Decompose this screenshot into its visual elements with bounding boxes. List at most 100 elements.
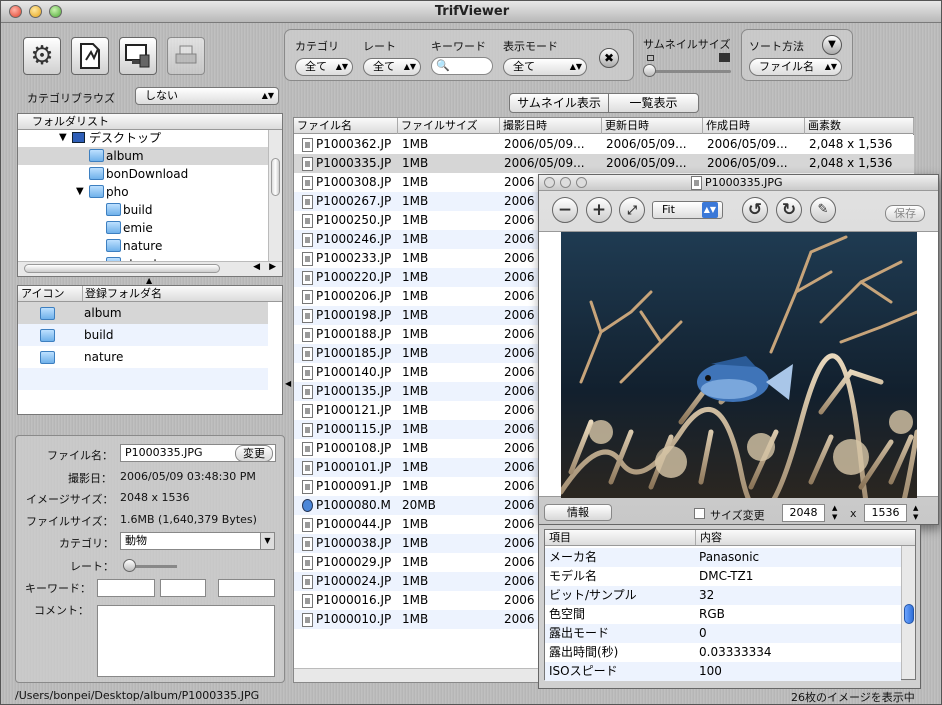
splitter-handle-icon[interactable]: ◀ <box>285 379 291 388</box>
table-cell: 1MB <box>402 213 429 227</box>
table-cell: 2006/05/09... <box>707 156 788 170</box>
chevron-down-icon[interactable]: ▼ <box>260 533 274 549</box>
fit-window-button[interactable]: ⤢ <box>619 197 645 223</box>
folder-tree-item[interactable]: build <box>18 201 268 219</box>
folder-icon <box>89 167 104 180</box>
table-cell: P1000267.JP <box>302 192 391 211</box>
comment-textarea[interactable] <box>97 605 275 677</box>
thumbnail-size-slider-knob[interactable] <box>643 64 656 77</box>
registered-folder-row[interactable]: build <box>18 324 268 346</box>
exif-row[interactable]: モデル名 DMC-TZ1 <box>545 567 901 586</box>
updown-arrow-icon: ▲▼ <box>261 91 274 100</box>
close-window-button[interactable] <box>9 5 22 18</box>
folder-list-hscroll-thumb[interactable] <box>24 264 220 273</box>
minimize-window-button[interactable] <box>29 5 42 18</box>
folder-tree-item[interactable]: emie <box>18 219 268 237</box>
column-header[interactable]: 画素数 <box>805 118 914 134</box>
zoom-level-select[interactable]: Fit ▲▼ <box>652 201 723 219</box>
table-cell: 1MB <box>402 479 429 493</box>
document-button[interactable] <box>71 37 109 75</box>
image-size-value: 2048 x 1536 <box>120 491 190 504</box>
thumbnail-view-tab[interactable]: サムネイル表示 <box>510 94 609 112</box>
rate-slider-knob[interactable] <box>123 559 136 572</box>
file-icon <box>302 441 313 456</box>
resize-checkbox[interactable] <box>694 508 705 519</box>
keyword-field-2[interactable] <box>160 579 206 597</box>
keyword-search-input[interactable]: 🔍 <box>431 57 493 75</box>
registered-folders-header: アイコン 登録フォルダ名 <box>18 286 282 302</box>
clear-filter-button[interactable]: ✖ <box>599 48 619 68</box>
zoom-out-button[interactable]: − <box>552 197 578 223</box>
table-cell: 1MB <box>402 327 429 341</box>
table-row[interactable]: P1000335.JP 1MB 2006/05/09... 2006/05/09...… <box>294 154 914 173</box>
registered-folder-row[interactable]: nature <box>18 346 268 368</box>
keyword-label: キーワード <box>431 40 486 53</box>
image-canvas[interactable] <box>539 231 938 498</box>
height-field[interactable]: 1536 <box>864 504 907 522</box>
exif-vscroll[interactable] <box>901 546 915 679</box>
exif-drawer: 項目 内容 メーカ名 Panasonic モデル名 DMC-TZ1 ビット/サンプル 32… <box>538 525 921 689</box>
scroll-left-icon[interactable]: ◀ <box>253 262 260 272</box>
category-combo[interactable]: 動物 ▼ <box>120 532 275 550</box>
registered-folder-row[interactable]: album <box>18 302 268 324</box>
rename-button[interactable]: 変更 <box>235 445 273 462</box>
table-row[interactable]: P1000362.JP 1MB 2006/05/09... 2006/05/09...… <box>294 135 914 154</box>
zoom-in-button[interactable]: + <box>586 197 612 223</box>
width-stepper-icon[interactable]: ▲ ▼ <box>832 504 837 522</box>
splitter-handle-icon[interactable]: ▲ <box>146 276 152 285</box>
folder-tree-item[interactable]: nature <box>18 237 268 255</box>
table-cell: 2,048 x 1,536 <box>809 137 893 151</box>
thumbnail-size-slider[interactable] <box>647 70 731 73</box>
list-view-tab[interactable]: 一覧表示 <box>609 94 698 112</box>
column-header[interactable]: ファイルサイズ <box>398 118 500 134</box>
viewer-close-button[interactable] <box>544 177 555 188</box>
viewer-minimize-button[interactable] <box>560 177 571 188</box>
info-button[interactable]: 情報 <box>544 504 612 521</box>
preferences-button[interactable]: ⚙ <box>23 37 61 75</box>
rotate-left-button[interactable]: ↺ <box>742 197 768 223</box>
folder-tree-item[interactable]: ▼ pho <box>18 183 268 201</box>
slideshow-button[interactable] <box>119 37 157 75</box>
height-stepper-icon[interactable]: ▲ ▼ <box>913 504 918 522</box>
keyword-field-3[interactable] <box>218 579 275 597</box>
rate-filter-select[interactable]: 全て ▲▼ <box>363 58 421 76</box>
zoom-window-button[interactable] <box>49 5 62 18</box>
disclosure-triangle-icon[interactable]: ▼ <box>59 129 67 147</box>
category-filter-select[interactable]: 全て ▲▼ <box>295 58 353 76</box>
column-header[interactable]: 撮影日時 <box>500 118 602 134</box>
folder-tree-item[interactable]: bonDownload <box>18 165 268 183</box>
viewer-zoom-button[interactable] <box>576 177 587 188</box>
sort-select[interactable]: ファイル名 ▲▼ <box>749 58 842 76</box>
sort-direction-button[interactable]: ▼ <box>822 35 842 55</box>
disclosure-triangle-icon[interactable]: ▼ <box>76 183 84 201</box>
display-mode-select[interactable]: 全て ▲▼ <box>503 58 587 76</box>
column-header[interactable]: 更新日時 <box>602 118 703 134</box>
folder-list-hscroll[interactable]: ◀ ▶ <box>18 261 282 276</box>
column-header[interactable]: 作成日時 <box>703 118 805 134</box>
exif-row[interactable]: 露出モード 0 <box>545 624 901 643</box>
exif-item: 露出モード <box>549 626 610 640</box>
exif-row[interactable]: メーカ名 Panasonic <box>545 548 901 567</box>
folder-tree-item[interactable]: ▼ デスクトップ <box>18 129 268 147</box>
print-button[interactable] <box>167 37 205 75</box>
exif-row[interactable]: 露出時間(秒) 0.03333334 <box>545 643 901 662</box>
folder-list-vscroll-thumb[interactable] <box>271 158 280 196</box>
edit-button[interactable]: ✎ <box>810 197 836 223</box>
exif-row[interactable]: ISOスピード 100 <box>545 662 901 681</box>
category-browse-select[interactable]: しない ▲▼ <box>135 87 279 105</box>
exif-row[interactable]: ビット/サンプル 32 <box>545 586 901 605</box>
table-cell: P1000010.JP <box>302 610 391 629</box>
exif-value: Panasonic <box>699 550 760 564</box>
table-cell: 2006 <box>504 422 535 436</box>
folder-list-vscroll[interactable] <box>268 130 282 261</box>
rotate-right-button[interactable]: ↻ <box>776 197 802 223</box>
column-header[interactable]: ファイル名 <box>294 118 398 134</box>
table-cell: 2006 <box>504 232 535 246</box>
scroll-right-icon[interactable]: ▶ <box>269 262 276 272</box>
exif-vscroll-thumb[interactable] <box>904 604 914 624</box>
exif-row[interactable]: 色空間 RGB <box>545 605 901 624</box>
width-field[interactable]: 2048 <box>782 504 825 522</box>
keyword-field-1[interactable] <box>97 579 155 597</box>
folder-tree-item[interactable]: album <box>18 147 268 165</box>
save-button[interactable]: 保存 <box>885 205 925 222</box>
